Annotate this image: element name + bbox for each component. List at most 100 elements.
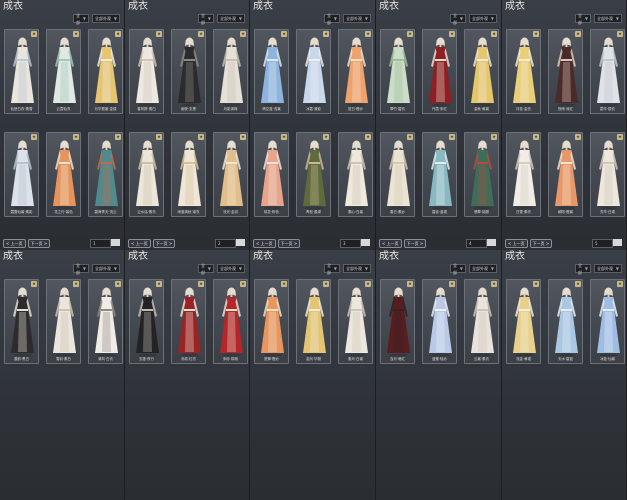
category-filter-label: 全部 xyxy=(578,262,582,275)
outfit-card[interactable]: ★ 幽夜·玄黑 xyxy=(171,29,206,114)
prev-page-button[interactable]: < 上一页 xyxy=(253,239,276,248)
outfit-card[interactable]: ★ 雪羽·素白 xyxy=(46,279,81,364)
prev-page-button[interactable]: < 上一页 xyxy=(3,239,26,248)
appearance-filter-dropdown[interactable]: 全部外观 ▼ xyxy=(469,14,497,23)
next-page-button[interactable]: 下一页 > xyxy=(403,239,427,248)
outfit-card[interactable]: ★ 流光·金羽 xyxy=(213,132,248,217)
next-page-button[interactable]: 下一页 > xyxy=(27,239,51,248)
outfit-card[interactable]: ★ 月华霓裳·金缕 xyxy=(88,29,123,114)
outfit-card[interactable]: ★ 朱砂·锦袍 xyxy=(213,279,248,364)
outfit-card[interactable]: ★ 玄墨·夜行 xyxy=(129,279,164,364)
outfit-card[interactable]: ★ 翡翠·锦服 xyxy=(464,132,499,217)
star-icon: ★ xyxy=(156,281,162,287)
outfit-card[interactable]: ★ 翠竹·碧衣 xyxy=(380,29,415,114)
outfit-card[interactable]: ★ 云裳·素衣 xyxy=(464,279,499,364)
category-filter-label: 全部 xyxy=(453,12,457,25)
outfit-card[interactable]: ★ 清风·白衣 xyxy=(88,279,123,364)
category-filter-dropdown[interactable]: 全部 ▼ xyxy=(198,263,214,275)
outfit-card[interactable]: ★ 云霞仙衣 xyxy=(46,29,81,114)
category-filter-dropdown[interactable]: 全部 ▼ xyxy=(450,12,466,25)
appearance-filter-dropdown[interactable]: 全部外观 ▼ xyxy=(343,14,371,23)
category-filter-label: 全部 xyxy=(76,262,80,275)
prev-page-button[interactable]: < 上一页 xyxy=(379,239,402,248)
category-filter-dropdown[interactable]: 全部 ▼ xyxy=(73,262,89,275)
chevron-down-icon: ▼ xyxy=(333,16,337,21)
outfit-card[interactable]: ★ 墨韵·黑白 xyxy=(4,279,39,364)
page-go-button[interactable] xyxy=(236,239,245,246)
outfit-card[interactable]: ★ 金秋·黄裳 xyxy=(464,29,499,114)
outfit-card[interactable]: ★ 朝阳·橙裳 xyxy=(548,132,583,217)
prev-page-button[interactable]: < 上一页 xyxy=(128,239,151,248)
outfit-card[interactable]: ★ 桃花·粉色 xyxy=(254,132,289,217)
outfit-card[interactable]: ★ 金凤·华服 xyxy=(296,279,331,364)
category-filter-dropdown[interactable]: 全部 ▼ xyxy=(324,263,340,275)
outfit-card[interactable]: ★ 月影清辉 xyxy=(213,29,248,114)
outfit-card[interactable]: ★ 蓝蝶·轻纱 xyxy=(422,279,457,364)
chevron-down-icon: ▼ xyxy=(584,16,588,21)
outfit-card[interactable]: ★ 仙侠白衣·素雪 xyxy=(4,29,39,114)
outfit-card[interactable]: ★ 霜雪仙裳·素影 xyxy=(4,132,39,217)
appearance-filter-dropdown[interactable]: 全部外观 ▼ xyxy=(92,264,120,273)
outfit-name: 霜华·银衣 xyxy=(599,107,616,111)
outfit-card[interactable]: ★ 芳华·白裙 xyxy=(590,132,625,217)
outfit-card[interactable]: ★ 霜华·银衣 xyxy=(590,29,625,114)
outfit-figure-image xyxy=(339,32,372,107)
outfit-card[interactable]: ★ 白雪·素衣 xyxy=(506,132,541,217)
outfit-card[interactable]: ★ 血月·暗红 xyxy=(380,279,415,364)
wardrobe-panel: 成衣 全部 ▼ 全部外观 ▼ ★ 月桂·金衣 ★ 夜雨·深红 ★ 霜华·银衣 ★ 白雪·素衣 ★ 朝阳·橙裳… xyxy=(502,0,627,250)
outfit-card[interactable]: ★ 碧海青天·流云 xyxy=(88,132,123,217)
outfit-card[interactable]: ★ 夏日·橙纱 xyxy=(338,29,373,114)
category-filter-dropdown[interactable]: 全部 ▼ xyxy=(450,263,466,275)
appearance-filter-dropdown[interactable]: 全部外观 ▼ xyxy=(594,264,622,273)
appearance-filter-label: 全部外观 xyxy=(597,16,613,21)
page-number-input[interactable]: 1 xyxy=(90,239,111,248)
outfit-card[interactable]: ★ 冰蓝·仙裳 xyxy=(590,279,625,364)
page-go-button[interactable] xyxy=(361,239,370,246)
outfit-name: 清风·白衣 xyxy=(97,357,114,361)
outfit-card[interactable]: ★ 素心·白裳 xyxy=(338,132,373,217)
appearance-filter-dropdown[interactable]: 全部外观 ▼ xyxy=(594,14,622,23)
outfit-card[interactable]: ★ 素月·白裳 xyxy=(338,279,373,364)
outfit-card[interactable]: ★ 春日·素纱 xyxy=(380,132,415,217)
outfit-card[interactable]: ★ 碧波·蓝裙 xyxy=(422,132,457,217)
star-icon: ★ xyxy=(31,134,37,140)
appearance-filter-dropdown[interactable]: 全部外观 ▼ xyxy=(92,14,120,23)
category-filter-dropdown[interactable]: 全部 ▼ xyxy=(324,13,340,25)
panel-title: 成衣 xyxy=(253,1,273,12)
outfit-card[interactable]: ★ 流金·黄裙 xyxy=(506,279,541,364)
outfit-card[interactable]: ★ 晴空蓝·浅裳 xyxy=(254,29,289,114)
category-filter-dropdown[interactable]: 全部 ▼ xyxy=(575,13,591,25)
appearance-filter-dropdown[interactable]: 全部外观 ▼ xyxy=(343,264,371,273)
outfit-card[interactable]: ★ 青松·墨绿 xyxy=(296,132,331,217)
next-page-button[interactable]: 下一页 > xyxy=(277,239,301,248)
chevron-down-icon: ▼ xyxy=(82,16,86,21)
category-filter-dropdown[interactable]: 全部 ▼ xyxy=(198,13,214,25)
outfit-card[interactable]: ★ 云水谣·素衣 xyxy=(129,132,164,217)
appearance-filter-dropdown[interactable]: 全部外观 ▼ xyxy=(217,264,245,273)
outfit-card[interactable]: ★ 春风醉·素白 xyxy=(129,29,164,114)
page-go-button[interactable] xyxy=(487,239,496,246)
star-icon: ★ xyxy=(617,281,623,287)
next-page-button[interactable]: 下一页 > xyxy=(152,239,176,248)
page-number-input[interactable]: 4 xyxy=(466,239,487,248)
page-go-button[interactable] xyxy=(111,239,120,246)
page-number-input[interactable]: 2 xyxy=(215,239,236,248)
appearance-filter-dropdown[interactable]: 全部外观 ▼ xyxy=(469,264,497,273)
appearance-filter-dropdown[interactable]: 全部外观 ▼ xyxy=(217,14,245,23)
outfit-card[interactable]: ★ 丹霞·朱红 xyxy=(422,29,457,114)
outfit-card[interactable]: ★ 月桂·金衣 xyxy=(506,29,541,114)
page-number-input[interactable]: 3 xyxy=(340,239,361,248)
outfit-card[interactable]: ★ 夜雨·深红 xyxy=(548,29,583,114)
outfit-card[interactable]: ★ 冰霜·清影 xyxy=(296,29,331,114)
category-filter-dropdown[interactable]: 全部 ▼ xyxy=(73,13,89,25)
outfit-card[interactable]: ★ 花之行·暮色 xyxy=(46,132,81,217)
outfit-card[interactable]: ★ 赤焰·红衣 xyxy=(171,279,206,364)
next-page-button[interactable]: 下一页 > xyxy=(529,239,553,248)
page-number-input[interactable]: 5 xyxy=(592,239,613,248)
outfit-card[interactable]: ★ 雨落清秋·锦衣 xyxy=(171,132,206,217)
outfit-card[interactable]: ★ 天水·碧蓝 xyxy=(548,279,583,364)
category-filter-dropdown[interactable]: 全部 ▼ xyxy=(575,262,591,275)
page-go-button[interactable] xyxy=(613,239,622,246)
prev-page-button[interactable]: < 上一页 xyxy=(505,239,528,248)
outfit-card[interactable]: ★ 夏蝉·橙纱 xyxy=(254,279,289,364)
